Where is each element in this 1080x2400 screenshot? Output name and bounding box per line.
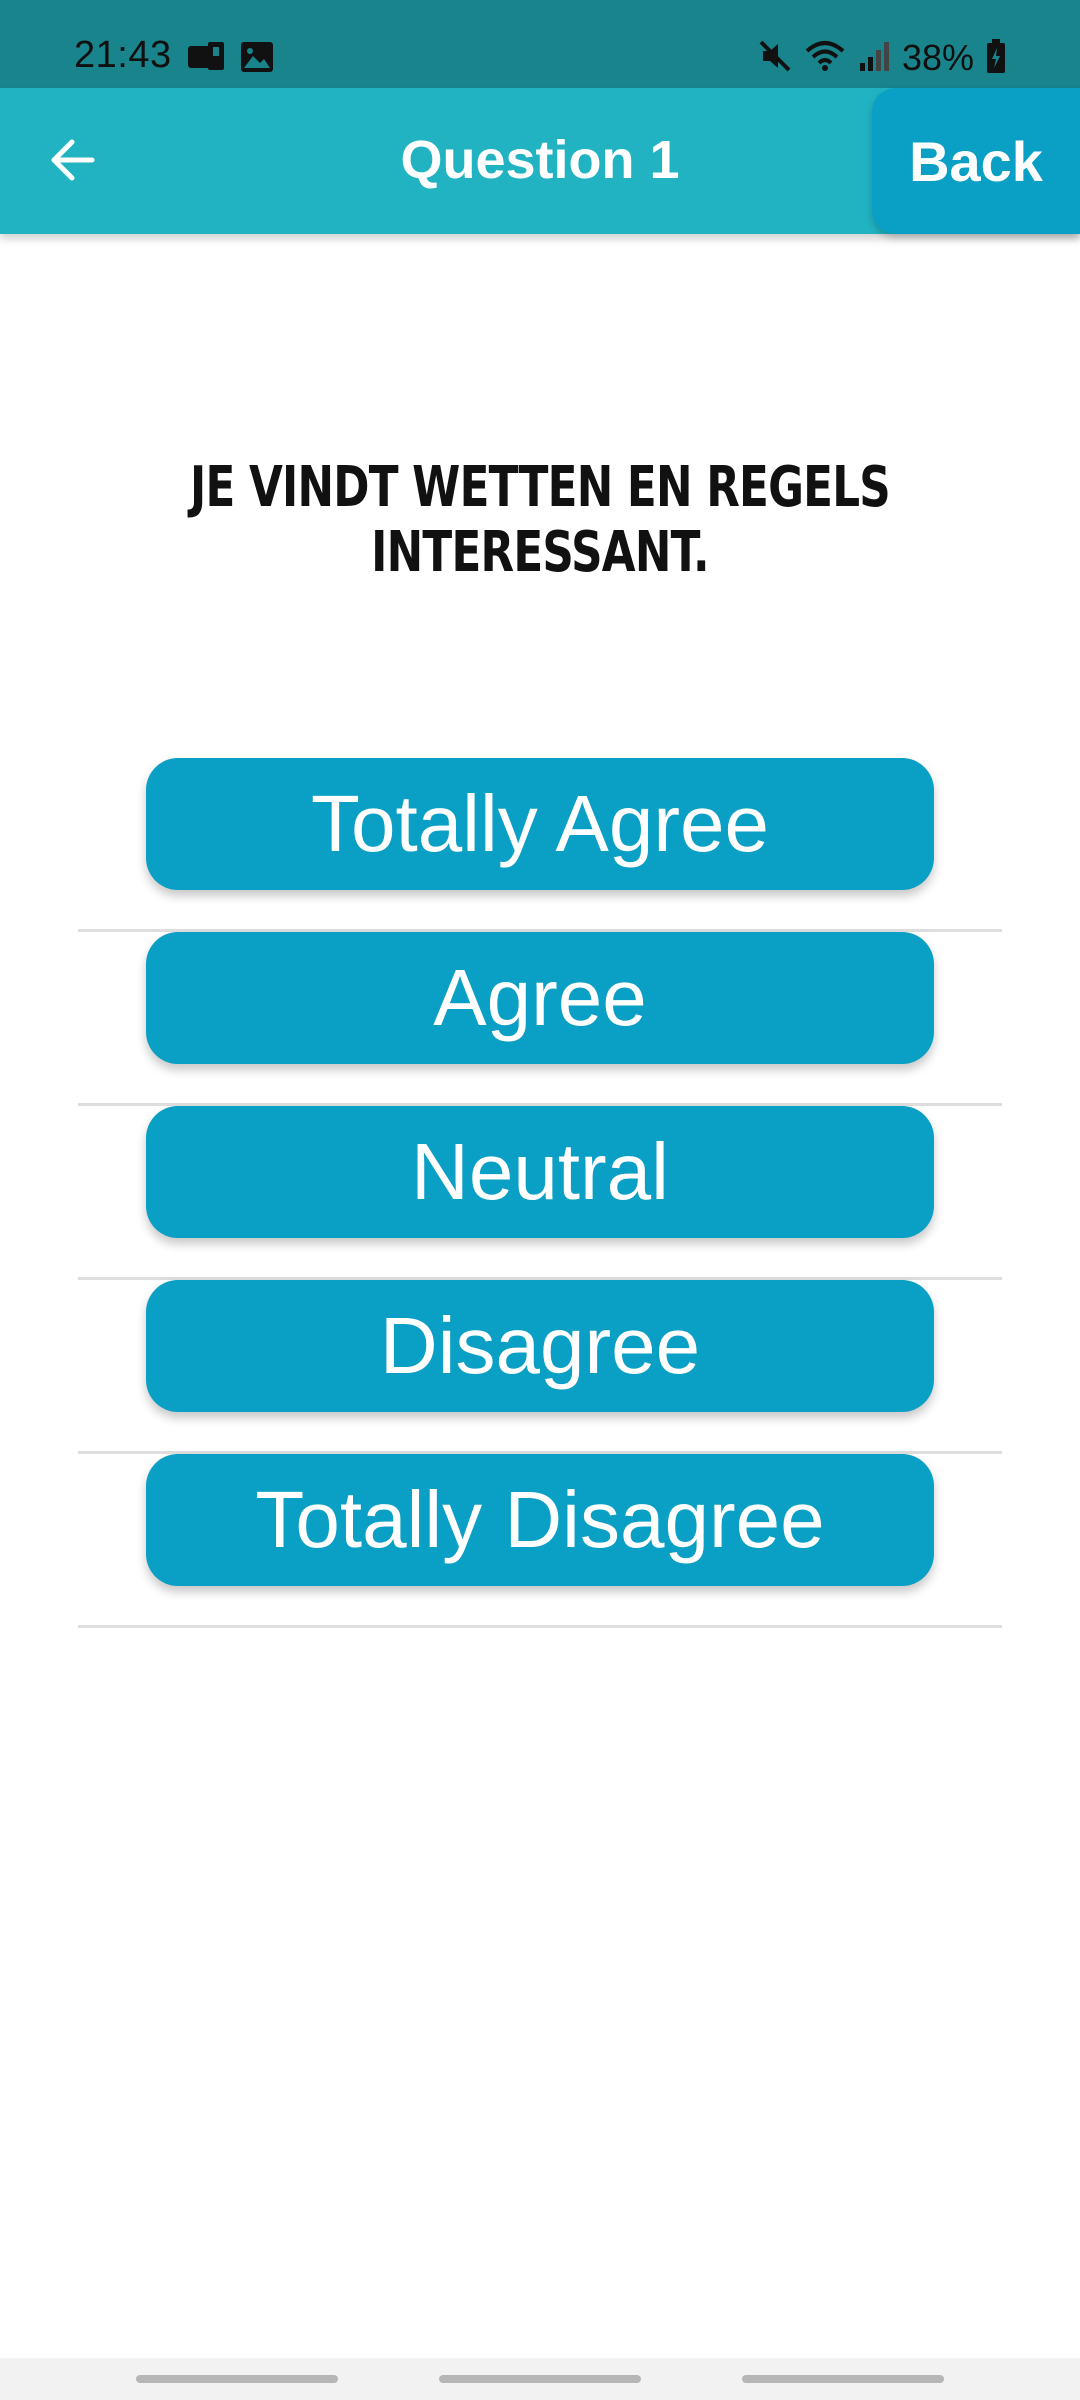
answer-options: Totally Agree Agree Neutral Disagree Tot… <box>78 758 1002 1628</box>
sim-icon <box>186 40 226 79</box>
back-handle[interactable] <box>742 2375 944 2383</box>
option-row: Totally Disagree <box>78 1454 1002 1628</box>
wifi-icon <box>804 39 846 78</box>
question-text: JE VINDT WETTEN EN REGELS INTERESSANT. <box>190 455 891 585</box>
back-button[interactable]: Back <box>872 88 1080 234</box>
agree-button[interactable]: Agree <box>146 932 934 1064</box>
status-right-icons: 38% <box>758 38 1006 78</box>
status-left-icons <box>186 40 274 79</box>
recent-apps-handle[interactable] <box>136 2375 338 2383</box>
option-row: Neutral <box>78 1106 1002 1280</box>
option-row: Disagree <box>78 1280 1002 1454</box>
totally-agree-button[interactable]: Totally Agree <box>146 758 934 890</box>
home-handle[interactable] <box>439 2375 641 2383</box>
status-bar: 21:43 38% <box>0 0 1080 88</box>
mute-icon <box>758 39 792 78</box>
option-row: Totally Agree <box>78 758 1002 932</box>
system-navigation-bar <box>0 2358 1080 2400</box>
totally-disagree-button[interactable]: Totally Disagree <box>146 1454 934 1586</box>
battery-icon <box>986 38 1006 79</box>
gallery-icon <box>240 41 274 78</box>
option-row: Agree <box>78 932 1002 1106</box>
signal-icon <box>858 39 890 78</box>
battery-percentage: 38% <box>901 37 974 78</box>
status-time: 21:43 <box>74 34 172 76</box>
app-bar: Question 1 Back <box>0 88 1080 234</box>
neutral-button[interactable]: Neutral <box>146 1106 934 1238</box>
disagree-button[interactable]: Disagree <box>146 1280 934 1412</box>
